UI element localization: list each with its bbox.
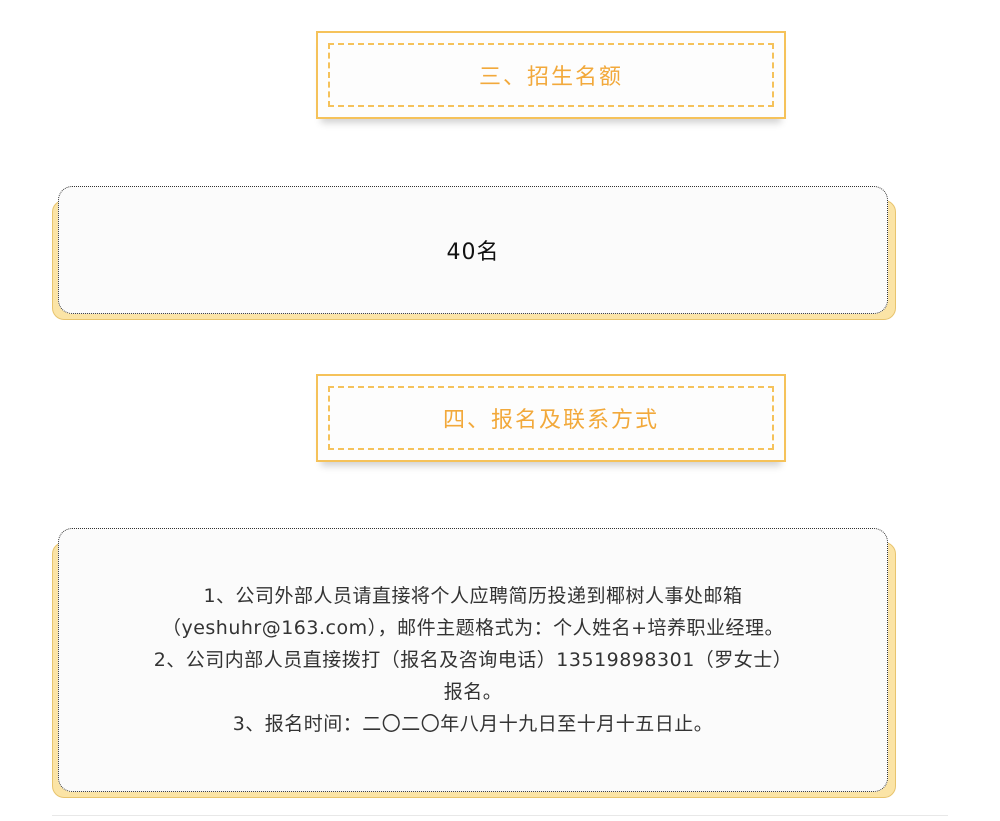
- contact-line-2: 2、公司内部人员直接拨打（报名及咨询电话）13519898301（罗女士）: [153, 649, 793, 671]
- section-title-frame: 三、招生名额: [328, 43, 774, 107]
- section-title-quota-text: 三、招生名额: [478, 65, 623, 90]
- section-title-contact-text: 四、报名及联系方式: [442, 408, 659, 433]
- quota-card: 40名: [52, 186, 896, 320]
- contact-line-2-cont: 报名。: [443, 681, 503, 703]
- page: 三、招生名额 40名 四、报名及联系方式 1、公司外部人员请直接将个人应聘简历投…: [0, 0, 1000, 821]
- contact-line-1: 1、公司外部人员请直接将个人应聘简历投递到椰树人事处邮箱: [203, 585, 743, 607]
- contact-line-email: （yeshuhr@163.com），邮件主题格式为：个人姓名+培养职业经理。: [161, 617, 785, 639]
- contact-card: 1、公司外部人员请直接将个人应聘简历投递到椰树人事处邮箱 （yeshuhr@16…: [52, 528, 896, 798]
- card-body: 1、公司外部人员请直接将个人应聘简历投递到椰树人事处邮箱 （yeshuhr@16…: [58, 528, 888, 792]
- card-body: 40名: [58, 186, 888, 314]
- contact-text: 1、公司外部人员请直接将个人应聘简历投递到椰树人事处邮箱 （yeshuhr@16…: [83, 580, 863, 740]
- section-title-contact: 四、报名及联系方式: [316, 374, 786, 462]
- divider: [52, 815, 948, 816]
- section-title-frame: 四、报名及联系方式: [328, 386, 774, 450]
- contact-line-3: 3、报名时间：二〇二〇年八月十九日至十月十五日止。: [232, 713, 714, 735]
- section-title-quota: 三、招生名额: [316, 31, 786, 119]
- quota-value: 40名: [446, 240, 500, 265]
